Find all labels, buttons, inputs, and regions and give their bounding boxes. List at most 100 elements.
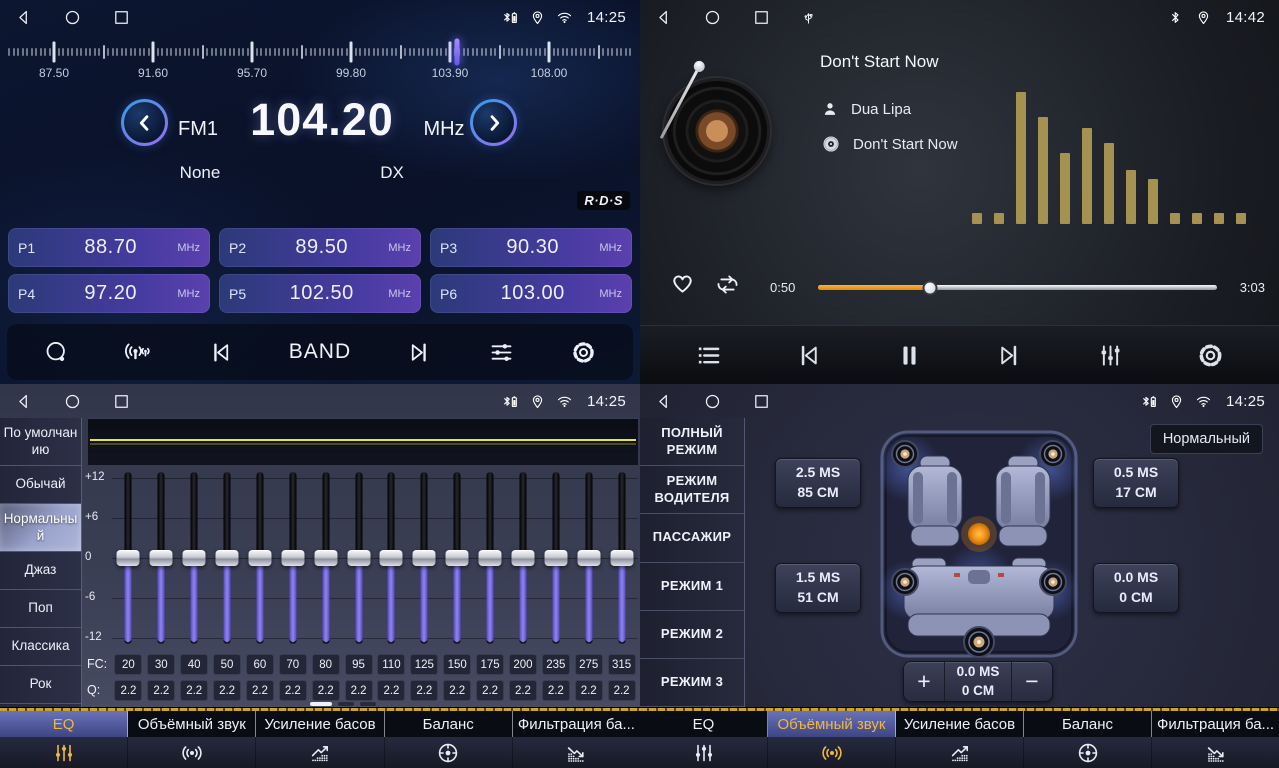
slider-handle[interactable] [577,550,600,566]
slider-handle[interactable] [314,550,337,566]
audio-settings-button[interactable] [488,339,515,366]
eq-band-slider[interactable] [178,472,211,644]
q-value[interactable]: 2.2 [575,680,603,701]
q-value[interactable]: 2.2 [377,680,405,701]
back-button[interactable] [654,8,673,27]
recents-button[interactable] [112,392,131,411]
q-value[interactable]: 2.2 [114,680,142,701]
delay-increase-button[interactable]: + [904,662,944,701]
fc-value[interactable]: 80 [312,654,340,675]
progress-knob[interactable] [922,280,937,295]
fc-value[interactable]: 125 [410,654,438,675]
eq-preset-6[interactable]: Классика [0,628,81,666]
fc-value[interactable]: 110 [377,654,405,675]
home-button[interactable] [63,392,82,411]
slider-handle[interactable] [281,550,304,566]
fc-value[interactable]: 200 [509,654,537,675]
q-value[interactable]: 2.2 [542,680,570,701]
tab-balance[interactable]: Баланс [1024,711,1152,737]
q-value[interactable]: 2.2 [312,680,340,701]
back-button[interactable] [654,392,673,411]
settings-button[interactable] [570,339,597,366]
fc-value[interactable]: 70 [279,654,307,675]
tab-balance[interactable]: Баланс [385,711,513,737]
q-value[interactable]: 2.2 [410,680,438,701]
home-button[interactable] [703,392,722,411]
tab-icon-bass[interactable] [256,737,384,768]
previous-track-button[interactable] [794,341,823,370]
tab-icon-eq[interactable] [0,737,128,768]
tab-icon-surround[interactable] [768,737,896,768]
sound-preset-button[interactable]: Нормальный [1150,424,1263,454]
next-track-button[interactable] [995,341,1024,370]
tune-down-button[interactable] [121,99,168,146]
slider-handle[interactable] [117,550,140,566]
q-value[interactable]: 2.2 [180,680,208,701]
eq-band-slider[interactable] [539,472,572,644]
q-value[interactable]: 2.2 [246,680,274,701]
slider-handle[interactable] [216,550,239,566]
q-value[interactable]: 2.2 [213,680,241,701]
tab-eq[interactable]: EQ [640,711,768,737]
progress-bar[interactable] [818,285,1217,290]
mode-item-6[interactable]: РЕЖИМ 3 [640,659,744,707]
mode-item-3[interactable]: ПАССАЖИР [640,514,744,562]
fc-value[interactable]: 40 [180,654,208,675]
fc-value[interactable]: 20 [114,654,142,675]
tab-bass[interactable]: Усиление басов [896,711,1024,737]
fc-value[interactable]: 175 [476,654,504,675]
slider-handle[interactable] [610,550,633,566]
front-left-delay[interactable]: 2.5 MS85 CM [775,458,861,508]
q-value[interactable]: 2.2 [509,680,537,701]
recents-button[interactable] [112,8,131,27]
slider-handle[interactable] [544,550,567,566]
previous-station-button[interactable] [207,339,234,366]
slider-handle[interactable] [380,550,403,566]
mode-item-4[interactable]: РЕЖИМ 1 [640,563,744,611]
eq-band-slider[interactable] [244,472,277,644]
scan-button[interactable] [43,339,70,366]
frequency-ruler[interactable] [8,38,632,66]
tab-filter[interactable]: Фильтрация ба... [513,711,640,737]
slider-handle[interactable] [183,550,206,566]
playlist-button[interactable] [694,341,723,370]
q-value[interactable]: 2.2 [345,680,373,701]
tab-filter[interactable]: Фильтрация ба... [1152,711,1279,737]
eq-band-slider[interactable] [375,472,408,644]
tab-icon-balance[interactable] [385,737,513,768]
q-value[interactable]: 2.2 [608,680,636,701]
slider-handle[interactable] [511,550,534,566]
preset-button-p3[interactable]: P390.30MHz [430,228,632,267]
back-button[interactable] [14,8,33,27]
rear-left-delay[interactable]: 1.5 MS51 CM [775,563,861,613]
back-button[interactable] [14,392,33,411]
fc-value[interactable]: 30 [147,654,175,675]
tab-surround[interactable]: Объёмный звук [768,711,896,737]
pause-button[interactable] [895,341,924,370]
eq-band-slider[interactable] [145,472,178,644]
eq-band-slider[interactable] [309,472,342,644]
eq-band-slider[interactable] [572,472,605,644]
tune-up-button[interactable] [470,99,517,146]
fc-value[interactable]: 275 [575,654,603,675]
tab-eq[interactable]: EQ [0,711,128,737]
home-button[interactable] [703,8,722,27]
home-button[interactable] [63,8,82,27]
eq-preset-4[interactable]: Джаз [0,552,81,590]
next-station-button[interactable] [406,339,433,366]
repeat-button[interactable] [714,271,741,298]
preset-button-p6[interactable]: P6103.00MHz [430,274,632,313]
tab-surround[interactable]: Объёмный звук [128,711,256,737]
preset-button-p1[interactable]: P188.70MHz [8,228,210,267]
q-value[interactable]: 2.2 [476,680,504,701]
preset-button-p4[interactable]: P497.20MHz [8,274,210,313]
eq-band-slider[interactable] [441,472,474,644]
slider-handle[interactable] [446,550,469,566]
fc-value[interactable]: 60 [246,654,274,675]
delay-decrease-button[interactable]: − [1012,662,1052,701]
tab-bass[interactable]: Усиление басов [256,711,384,737]
mode-item-2[interactable]: РЕЖИМ ВОДИТЕЛЯ [640,466,744,514]
eq-band-slider[interactable] [507,472,540,644]
eq-band-slider[interactable] [112,472,145,644]
tab-icon-filter[interactable] [1152,737,1279,768]
